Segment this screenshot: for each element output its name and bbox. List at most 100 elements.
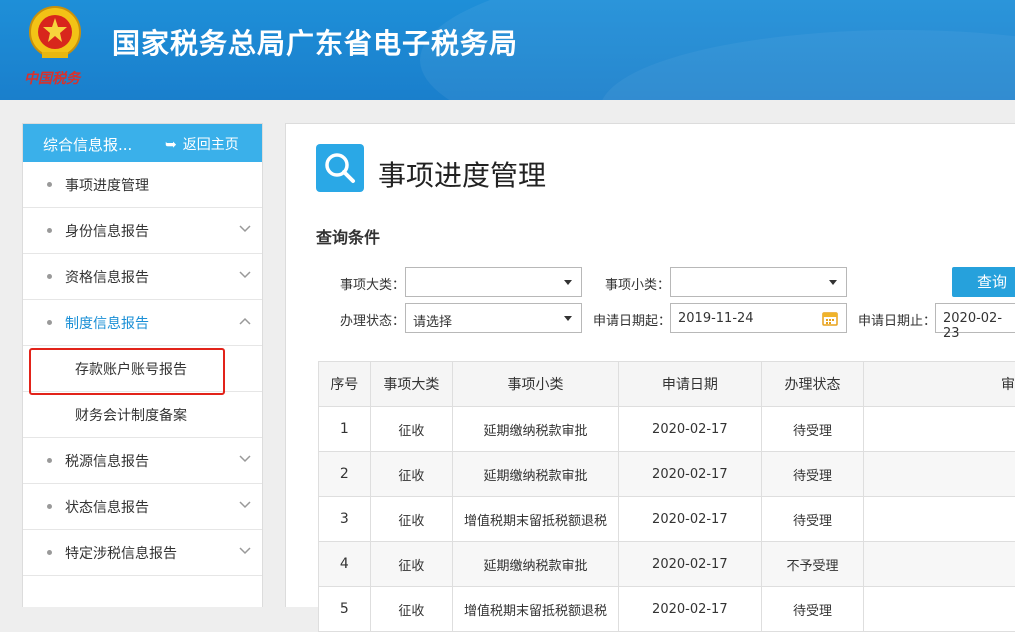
- chevron-down-icon: [238, 498, 252, 512]
- column-header: 办理状态: [761, 362, 863, 407]
- sidebar-item-progress[interactable]: 事项进度管理: [23, 162, 262, 208]
- calendar-icon[interactable]: [822, 310, 838, 326]
- bullet-icon: [47, 182, 52, 187]
- column-header: 申请日期: [618, 362, 761, 407]
- table-cell: 增值税期末留抵税额退税: [453, 587, 619, 632]
- table-cell: 不予受理: [761, 542, 863, 587]
- status-value: 请选择: [413, 311, 452, 330]
- table-cell: 征收: [370, 587, 452, 632]
- table-cell: 2020-02-17: [618, 587, 761, 632]
- bullet-icon: [47, 228, 52, 233]
- sidebar-item-label: 税源信息报告: [65, 451, 149, 471]
- query-button[interactable]: 查询: [952, 267, 1015, 297]
- table-cell: 征收: [370, 497, 452, 542]
- category-select[interactable]: [405, 267, 582, 297]
- sidebar-item-label: 资格信息报告: [65, 267, 149, 287]
- table-cell: 5: [319, 587, 371, 632]
- table-row[interactable]: 1 征收 延期缴纳税款审批 2020-02-17 待受理: [319, 407, 1015, 452]
- highlight-annotation: [29, 348, 225, 395]
- table-cell: 2: [319, 452, 371, 497]
- status-select[interactable]: 请选择: [405, 303, 582, 333]
- sidebar-title: 综合信息报...: [43, 134, 132, 155]
- table-row[interactable]: 5 征收 增值税期末留抵税额退税 2020-02-17 待受理: [319, 587, 1015, 632]
- column-header: 审: [864, 362, 1015, 407]
- date-to-value: 2020-02-23: [943, 311, 1015, 341]
- sidebar-item-tax-source[interactable]: 税源信息报告: [23, 438, 262, 484]
- sidebar-item-qualification[interactable]: 资格信息报告: [23, 254, 262, 300]
- table-cell: 待受理: [761, 407, 863, 452]
- table-cell: 1: [319, 407, 371, 452]
- table-cell: 待受理: [761, 497, 863, 542]
- dropdown-caret-icon: [564, 316, 572, 321]
- bullet-icon: [47, 320, 52, 325]
- emblem-caption: 中国税务: [24, 68, 80, 88]
- bullet-icon: [47, 458, 52, 463]
- site-header: 国家税务总局广东省电子税务局 中国税务: [0, 0, 1015, 100]
- sidebar-item-system[interactable]: 制度信息报告: [23, 300, 262, 346]
- chevron-down-icon: [238, 452, 252, 466]
- sidebar-item-status[interactable]: 状态信息报告: [23, 484, 262, 530]
- chevron-down-icon: [238, 544, 252, 558]
- table-cell: [864, 452, 1015, 497]
- chevron-down-icon: [238, 268, 252, 282]
- table-row[interactable]: 4 征收 延期缴纳税款审批 2020-02-17 不予受理: [319, 542, 1015, 587]
- table-cell: 2020-02-17: [618, 542, 761, 587]
- table-cell: [864, 587, 1015, 632]
- section-title: 查询条件: [316, 224, 380, 248]
- sidebar-item-label: 身份信息报告: [65, 221, 149, 241]
- table-cell: [864, 407, 1015, 452]
- back-arrow-icon: ➥: [165, 137, 177, 153]
- sidebar-item-label: 制度信息报告: [65, 313, 149, 333]
- table-cell: 征收: [370, 542, 452, 587]
- page-title: 事项进度管理: [378, 154, 546, 194]
- date-from-input[interactable]: 2019-11-24: [670, 303, 847, 333]
- dropdown-caret-icon: [829, 280, 837, 285]
- dropdown-caret-icon: [564, 280, 572, 285]
- table-cell: 待受理: [761, 587, 863, 632]
- date-from-value: 2019-11-24: [678, 311, 754, 326]
- date-from-label: 申请日期起：: [593, 310, 671, 329]
- sidebar-item-label: 事项进度管理: [65, 175, 149, 195]
- date-to-label: 申请日期止：: [858, 310, 936, 329]
- table-header-row: 序号 事项大类 事项小类 申请日期 办理状态 审: [319, 362, 1015, 407]
- site-title: 国家税务总局广东省电子税务局: [112, 22, 518, 62]
- table-cell: 延期缴纳税款审批: [453, 452, 619, 497]
- sidebar-item-label: 特定涉税信息报告: [65, 543, 177, 563]
- subcategory-label: 事项小类：: [605, 274, 670, 293]
- bullet-icon: [47, 274, 52, 279]
- chevron-up-icon: [238, 314, 252, 328]
- bullet-icon: [47, 504, 52, 509]
- table-cell: 征收: [370, 452, 452, 497]
- column-header: 序号: [319, 362, 371, 407]
- chevron-down-icon: [238, 222, 252, 236]
- sidebar-item-label: 状态信息报告: [65, 497, 149, 517]
- table-cell: [864, 497, 1015, 542]
- sidebar-item-specific-tax[interactable]: 特定涉税信息报告: [23, 530, 262, 576]
- table-cell: 4: [319, 542, 371, 587]
- table-cell: 征收: [370, 407, 452, 452]
- table-cell: 2020-02-17: [618, 407, 761, 452]
- table-row[interactable]: 3 征收 增值税期末留抵税额退税 2020-02-17 待受理: [319, 497, 1015, 542]
- sidebar-subitem-label: 财务会计制度备案: [75, 405, 187, 425]
- sidebar-subitem-accounting-system[interactable]: 财务会计制度备案: [23, 392, 262, 438]
- sidebar-header: 综合信息报... ➥返回主页: [23, 124, 262, 162]
- table-cell: 2020-02-17: [618, 497, 761, 542]
- table-cell: 延期缴纳税款审批: [453, 407, 619, 452]
- subcategory-select[interactable]: [670, 267, 847, 297]
- table-cell: 2020-02-17: [618, 452, 761, 497]
- sidebar-item-identity[interactable]: 身份信息报告: [23, 208, 262, 254]
- main-panel: 事项进度管理 查询条件 事项大类： 事项小类： 查询 办理状态： 请选择 申请日…: [285, 123, 1015, 607]
- table-cell: 增值税期末留抵税额退税: [453, 497, 619, 542]
- bullet-icon: [47, 550, 52, 555]
- tax-emblem-icon: [20, 2, 90, 72]
- table-cell: 3: [319, 497, 371, 542]
- progress-table: 序号 事项大类 事项小类 申请日期 办理状态 审 1 征收 延期缴纳税款审批 2…: [318, 361, 1015, 632]
- column-header: 事项大类: [370, 362, 452, 407]
- back-home-link[interactable]: ➥返回主页: [165, 134, 239, 154]
- search-icon: [316, 144, 364, 192]
- table-cell: 待受理: [761, 452, 863, 497]
- table-row[interactable]: 2 征收 延期缴纳税款审批 2020-02-17 待受理: [319, 452, 1015, 497]
- status-label: 办理状态：: [340, 310, 405, 329]
- date-to-input[interactable]: 2020-02-23: [935, 303, 1015, 333]
- table-cell: 延期缴纳税款审批: [453, 542, 619, 587]
